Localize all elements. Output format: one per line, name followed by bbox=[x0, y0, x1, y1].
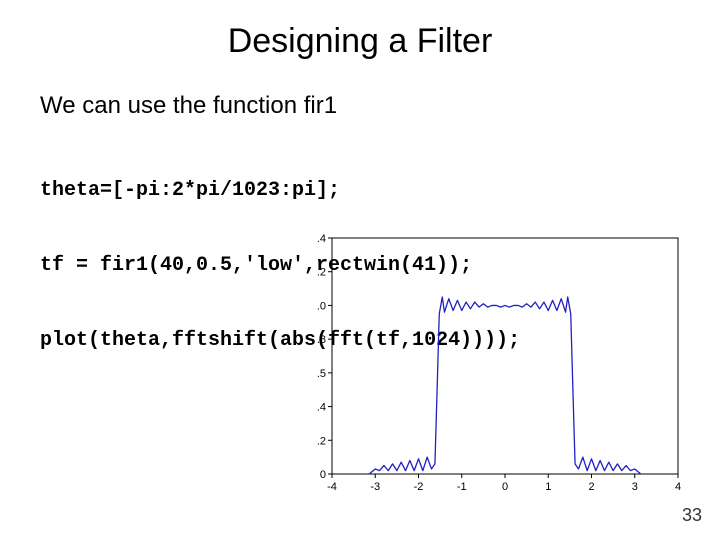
svg-text:2: 2 bbox=[588, 481, 594, 493]
chart-svg: -4 -3 -2 -1 0 1 2 3 4 0 .2 .4 .5 .8 .0 .2 .4 bbox=[296, 228, 686, 500]
chart: -4 -3 -2 -1 0 1 2 3 4 0 .2 .4 .5 .8 .0 .2 .4 bbox=[296, 228, 686, 500]
svg-text:.8: .8 bbox=[317, 334, 326, 346]
code-line-1: theta=[-pi:2*pi/1023:pi]; bbox=[40, 178, 520, 203]
slide: Designing a Filter We can use the functi… bbox=[0, 0, 720, 540]
svg-text:-4: -4 bbox=[327, 481, 337, 493]
svg-text:.5: .5 bbox=[317, 368, 326, 380]
svg-text:-1: -1 bbox=[457, 481, 467, 493]
svg-text:0: 0 bbox=[320, 469, 326, 481]
svg-text:.2: .2 bbox=[317, 267, 326, 279]
svg-text:0: 0 bbox=[502, 481, 508, 493]
svg-text:-2: -2 bbox=[414, 481, 424, 493]
svg-text:.0: .0 bbox=[317, 300, 326, 312]
svg-text:.2: .2 bbox=[317, 435, 326, 447]
svg-text:4: 4 bbox=[675, 481, 681, 493]
svg-text:.4: .4 bbox=[317, 402, 326, 414]
svg-text:.4: .4 bbox=[317, 233, 326, 245]
intro-text: We can use the function fir1 bbox=[40, 92, 337, 120]
page-number: 33 bbox=[682, 505, 702, 526]
slide-title: Designing a Filter bbox=[0, 22, 720, 61]
svg-text:-3: -3 bbox=[370, 481, 380, 493]
svg-text:3: 3 bbox=[632, 481, 638, 493]
svg-text:1: 1 bbox=[545, 481, 551, 493]
